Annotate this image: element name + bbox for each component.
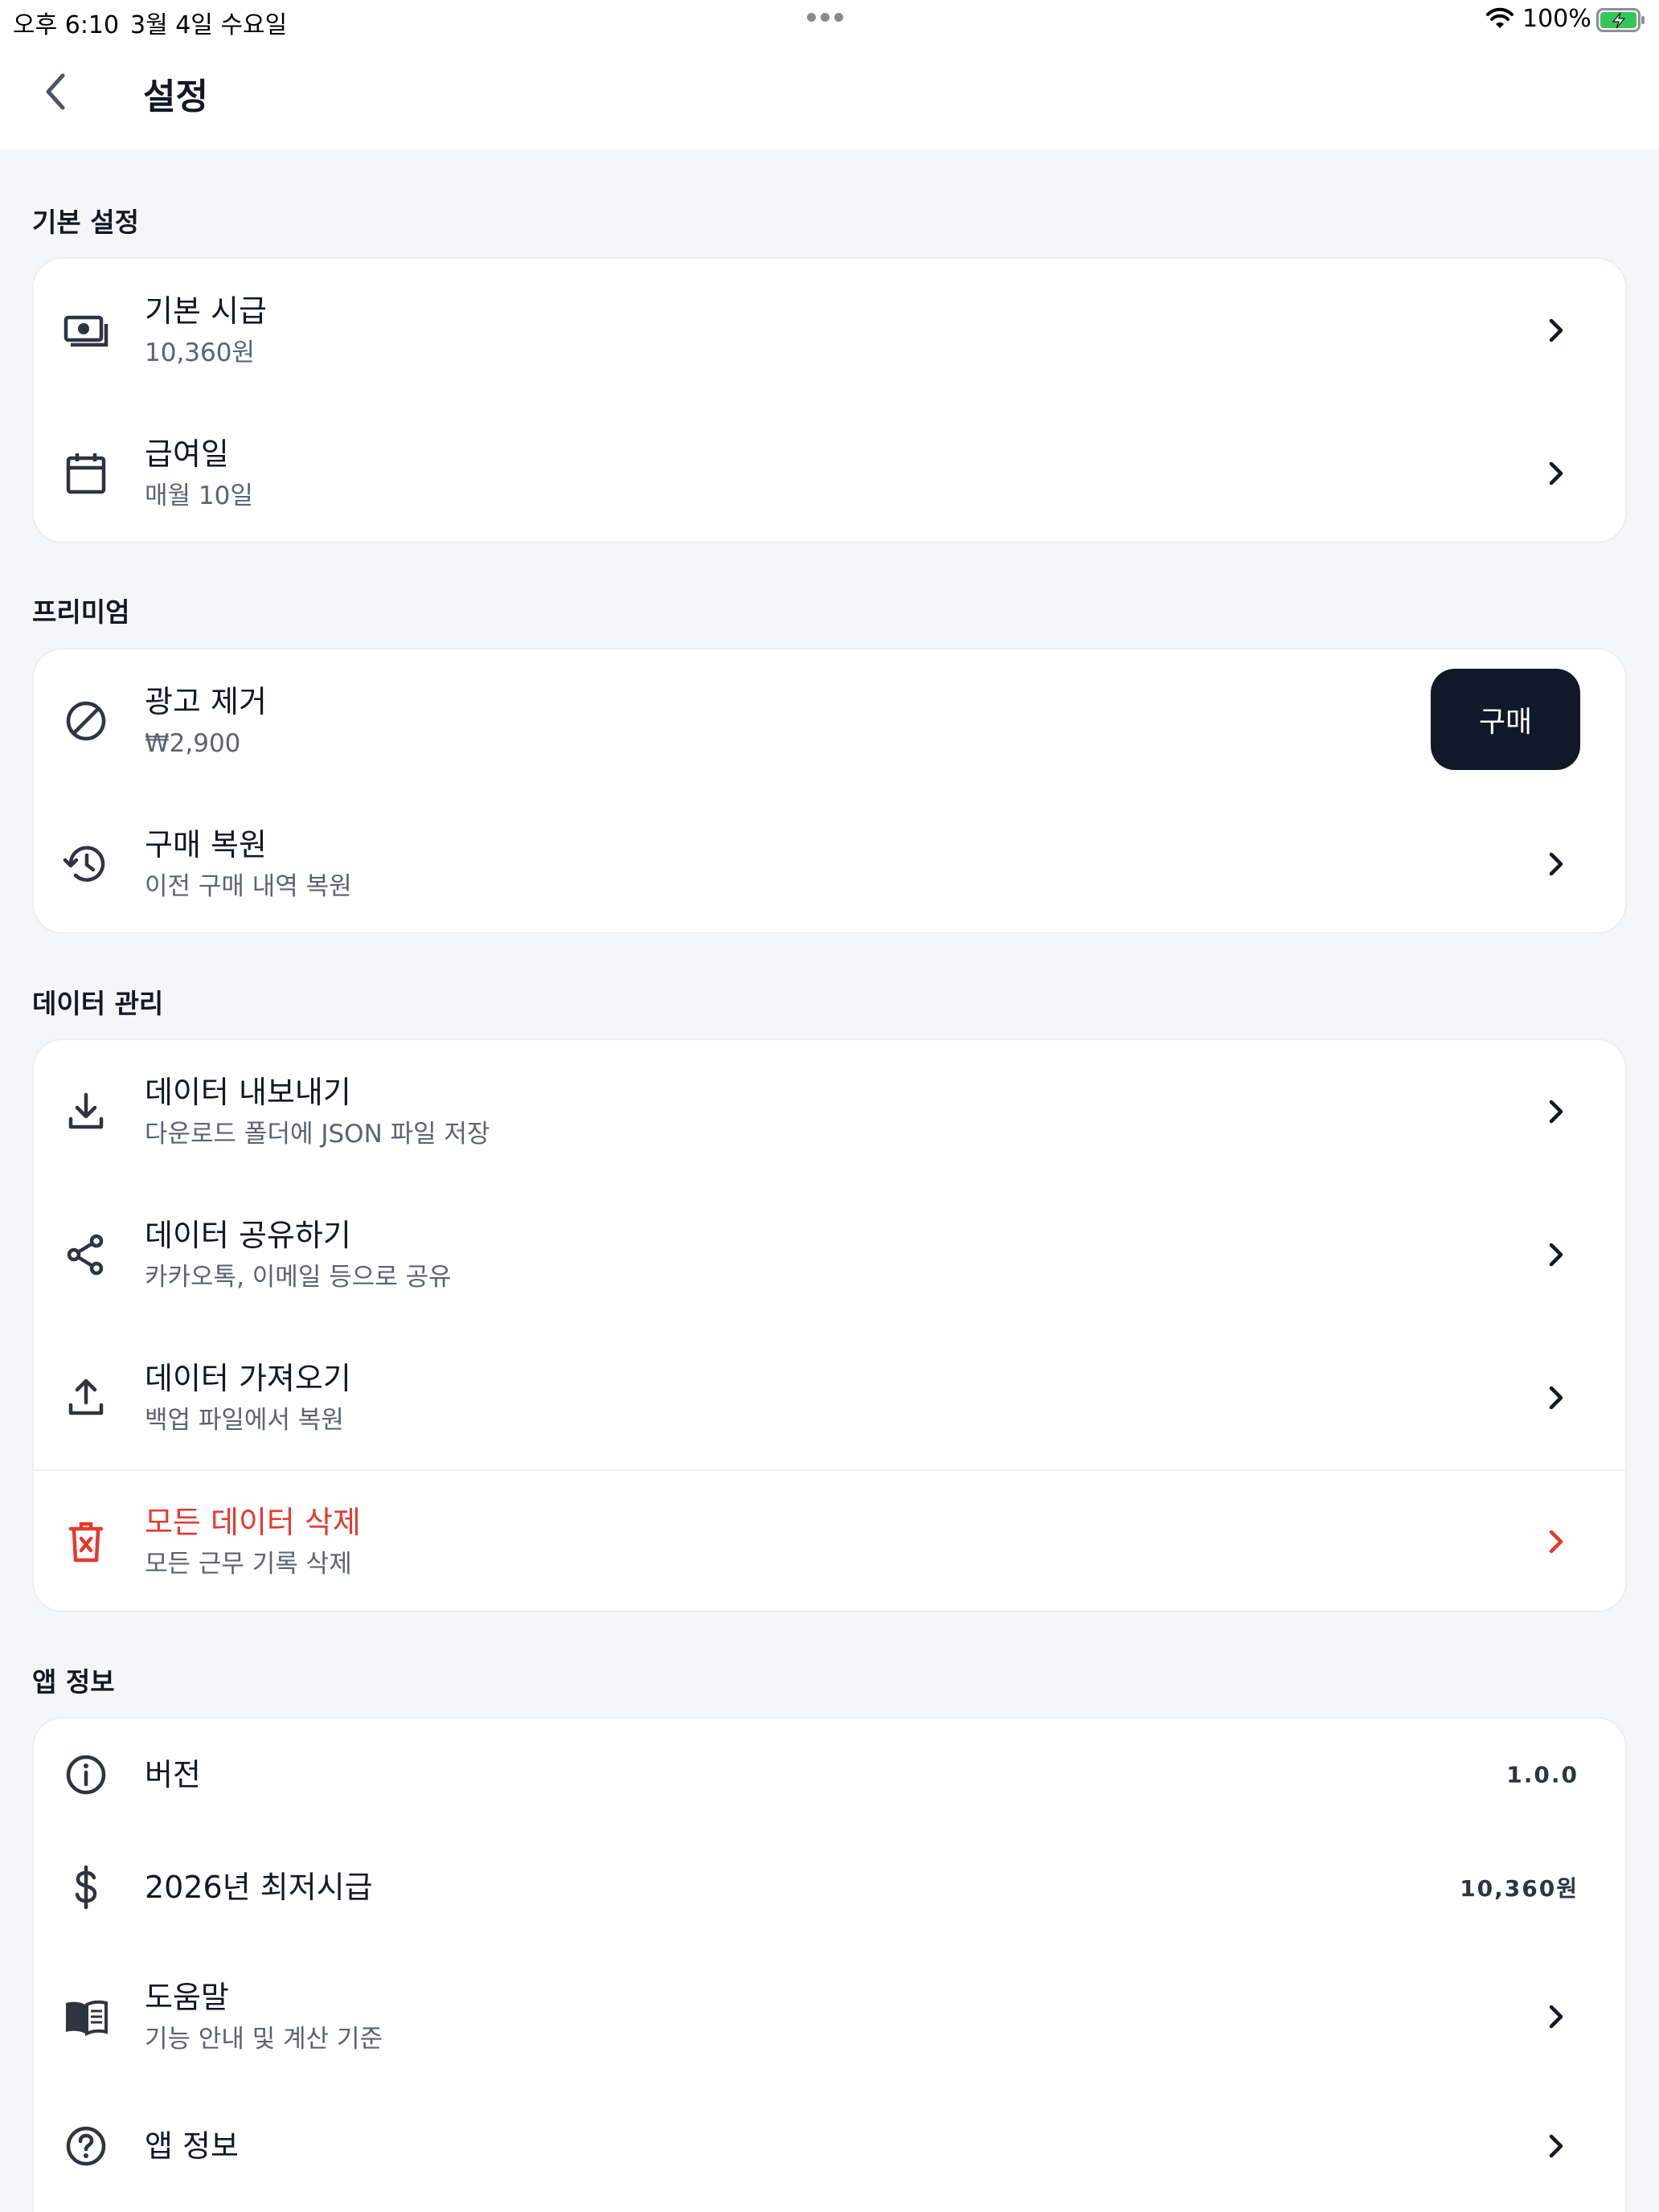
minimum-wage-value: 10,360원 [1460, 1875, 1579, 1902]
row-remove-ads: 광고 제거 ₩2,900 구매 [34, 649, 1625, 793]
chevron-right-icon [1549, 1243, 1563, 1267]
wifi-icon [1486, 7, 1514, 28]
row-subtitle: ₩2,900 [145, 729, 241, 758]
page-title: 설정 [143, 76, 208, 117]
history-icon [63, 841, 109, 887]
back-button[interactable] [32, 68, 80, 116]
row-export-data[interactable]: 데이터 내보내기 다운로드 폴더에 JSON 파일 저장 [34, 1040, 1625, 1183]
row-title: 데이터 가져오기 [145, 1361, 351, 1396]
upload-icon [63, 1374, 109, 1421]
row-title: 모든 데이터 삭제 [145, 1505, 361, 1540]
row-title: 버전 [145, 1757, 201, 1792]
section-title-premium: 프리미엄 [32, 596, 130, 628]
row-payday[interactable]: 급여일 매월 10일 [34, 402, 1625, 542]
row-title: 급여일 [145, 436, 229, 472]
chevron-right-icon [1549, 2134, 1563, 2158]
row-title: 도움말 [145, 1980, 229, 2015]
help-icon [63, 2123, 109, 2169]
section-title-app: 앱 정보 [32, 1666, 115, 1698]
row-subtitle: 이전 구매 내역 복원 [145, 872, 352, 901]
row-title: 데이터 내보내기 [145, 1075, 351, 1110]
card-data: 데이터 내보내기 다운로드 폴더에 JSON 파일 저장 데이터 공유하기 카카… [32, 1038, 1627, 1612]
buy-button[interactable]: 구매 [1431, 669, 1580, 770]
row-help[interactable]: 도움말 기능 안내 및 계산 기준 [34, 1944, 1625, 2090]
chevron-right-icon [1549, 1386, 1563, 1410]
money-icon [63, 307, 109, 354]
app-header: 설정 [0, 40, 1659, 150]
row-title: 2026년 최저시급 [145, 1870, 373, 1905]
row-title: 광고 제거 [145, 684, 267, 719]
card-app-info: 버전 1.0.0 2026년 최저시급 10,360원 도움말 기능 안내 및 … [32, 1717, 1627, 2212]
chevron-right-icon [1549, 2005, 1563, 2029]
chevron-right-icon [1549, 852, 1563, 876]
section-title-data: 데이터 관리 [32, 988, 164, 1019]
chevron-right-icon [1549, 1100, 1563, 1124]
chevron-right-icon [1549, 1530, 1563, 1554]
row-subtitle: 카카오톡, 이메일 등으로 공유 [145, 1263, 452, 1292]
row-subtitle: 10,360원 [145, 338, 255, 367]
chevron-left-icon [46, 73, 65, 110]
row-title: 기본 시급 [145, 293, 267, 329]
row-restore-purchase[interactable]: 구매 복원 이전 구매 내역 복원 [34, 793, 1625, 932]
row-subtitle: 다운로드 폴더에 JSON 파일 저장 [145, 1120, 490, 1149]
info-icon [63, 1751, 109, 1798]
battery-percent: 100% [1522, 5, 1591, 33]
download-icon [63, 1088, 109, 1135]
chevron-right-icon [1549, 318, 1563, 342]
row-subtitle: 매월 10일 [145, 481, 253, 510]
row-subtitle: 백업 파일에서 복원 [145, 1406, 344, 1435]
dollar-icon [63, 1864, 109, 1911]
card-basic: 기본 시급 10,360원 급여일 매월 10일 [32, 257, 1627, 543]
row-base-wage[interactable]: 기본 시급 10,360원 [34, 259, 1625, 402]
calendar-icon [63, 450, 109, 497]
battery-charging-icon [1596, 8, 1645, 32]
chevron-right-icon [1549, 461, 1563, 485]
card-premium: 광고 제거 ₩2,900 구매 구매 복원 이전 구매 내역 복원 [32, 648, 1627, 934]
status-date: 3월 4일 수요일 [130, 11, 288, 39]
status-bar: 오후 6:10 3월 4일 수요일 100% [0, 0, 1659, 40]
row-subtitle: 모든 근무 기록 삭제 [145, 1550, 352, 1579]
row-subtitle: 기능 안내 및 계산 기준 [145, 2025, 383, 2054]
row-delete-all-data[interactable]: 모든 데이터 삭제 모든 근무 기록 삭제 [34, 1469, 1625, 1611]
version-value: 1.0.0 [1506, 1761, 1579, 1788]
status-time: 오후 6:10 [13, 11, 120, 39]
row-minimum-wage: 2026년 최저시급 10,360원 [34, 1831, 1625, 1944]
multitasking-dots-icon[interactable] [807, 13, 843, 22]
row-title: 구매 복원 [145, 827, 267, 862]
row-title: 앱 정보 [145, 2128, 239, 2164]
row-title: 데이터 공유하기 [145, 1218, 351, 1253]
book-icon [63, 1993, 109, 2040]
row-import-data[interactable]: 데이터 가져오기 백업 파일에서 복원 [34, 1326, 1625, 1469]
share-icon [63, 1231, 109, 1278]
block-icon [63, 698, 109, 744]
row-app-info[interactable]: 앱 정보 [34, 2090, 1625, 2202]
trash-icon [63, 1518, 109, 1565]
row-version: 버전 1.0.0 [34, 1718, 1625, 1831]
section-title-basic: 기본 설정 [32, 207, 139, 238]
row-share-data[interactable]: 데이터 공유하기 카카오톡, 이메일 등으로 공유 [34, 1183, 1625, 1326]
